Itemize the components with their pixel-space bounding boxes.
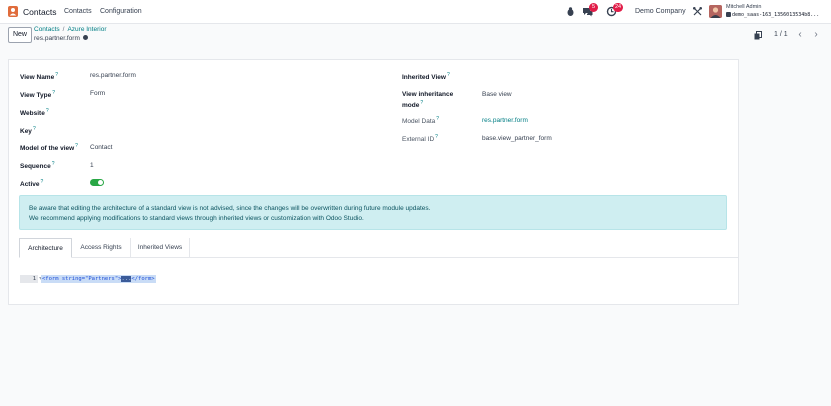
code-folded-marker[interactable]: ... <box>121 276 132 282</box>
copy-icon[interactable] <box>754 31 762 40</box>
warning-alert: Be aware that editing the architecture o… <box>19 195 727 230</box>
tab-inherited-views[interactable]: Inherited Views <box>130 238 190 258</box>
help-icon[interactable]: ? <box>436 116 439 122</box>
alert-line-1: Be aware that editing the architecture o… <box>29 205 431 212</box>
company-switcher[interactable]: Demo Company <box>635 8 686 15</box>
field-inherited-view[interactable] <box>482 72 722 81</box>
field-label-external-id: External ID? <box>402 134 438 144</box>
help-icon[interactable]: ? <box>33 126 36 132</box>
help-icon[interactable]: ? <box>447 72 450 78</box>
help-icon[interactable]: ? <box>52 161 55 167</box>
new-button[interactable]: New <box>8 27 32 43</box>
field-label-model: Model of the view? <box>20 143 78 153</box>
field-label-inherited-view: Inherited View? <box>402 72 450 82</box>
field-label-view-type: View Type? <box>20 90 55 100</box>
user-avatar[interactable] <box>709 5 722 18</box>
field-model[interactable]: Contact <box>90 144 112 151</box>
code-editor-line[interactable]: 1 <form string="Partners">...</form> <box>20 275 156 283</box>
field-label-key: Key? <box>20 126 36 136</box>
database-name: demo_saas-163_1356013534b8... <box>726 12 830 18</box>
menu-contacts[interactable]: Contacts <box>64 8 92 15</box>
help-icon[interactable]: ? <box>75 143 78 149</box>
field-model-data[interactable]: res.partner.form <box>482 117 528 124</box>
gear-icon[interactable] <box>82 35 88 40</box>
record-title: res.partner.form <box>34 35 88 42</box>
pager-next-button[interactable]: › <box>809 28 823 42</box>
field-label-website: Website? <box>20 108 49 118</box>
help-icon[interactable]: ? <box>52 90 55 96</box>
notebook-tabs: Architecture Access Rights Inherited Vie… <box>19 238 738 258</box>
breadcrumb-azure-interior[interactable]: Azure Interior <box>67 26 106 33</box>
help-icon[interactable]: ? <box>55 72 58 78</box>
breadcrumb: Contacts / Azure Interior <box>34 26 107 33</box>
tab-architecture[interactable]: Architecture <box>19 238 72 258</box>
field-inheritance-mode[interactable]: Base view <box>482 91 512 98</box>
record-title-text: res.partner.form <box>34 35 80 42</box>
field-label-inheritance-mode: View inheritance mode? <box>402 91 454 110</box>
contacts-app-icon[interactable] <box>8 6 18 17</box>
pager-previous-button[interactable]: ‹ <box>793 28 807 42</box>
field-view-name[interactable]: res.partner.form <box>90 72 136 79</box>
field-label-sequence: Sequence? <box>20 161 55 171</box>
field-label-model-data: Model Data? <box>402 116 440 126</box>
help-icon[interactable]: ? <box>420 100 423 106</box>
help-icon[interactable]: ? <box>41 179 44 185</box>
alert-line-2: We recommend applying modifications to s… <box>29 215 364 222</box>
field-key[interactable] <box>90 126 340 135</box>
form-sheet <box>8 59 739 305</box>
tools-icon[interactable] <box>692 6 703 17</box>
line-number: 1 <box>20 275 38 283</box>
field-external-id: base.view_partner_form <box>482 135 552 142</box>
pager-value[interactable]: 1 / 1 <box>774 31 788 38</box>
code-text[interactable]: <form string="Partners">...</form> <box>41 275 156 283</box>
breadcrumb-contacts[interactable]: Contacts <box>34 26 60 33</box>
help-icon[interactable]: ? <box>46 108 49 114</box>
activities-badge: 24 <box>613 3 624 12</box>
field-sequence[interactable]: 1 <box>90 162 94 169</box>
active-toggle[interactable] <box>90 179 104 186</box>
menu-configuration[interactable]: Configuration <box>100 8 142 15</box>
app-name[interactable]: Contacts <box>23 7 57 17</box>
bug-icon[interactable] <box>565 6 576 17</box>
field-label-view-name: View Name? <box>20 72 58 82</box>
field-view-type[interactable]: Form <box>90 90 105 97</box>
help-icon[interactable]: ? <box>435 134 438 140</box>
database-label: demo_saas-163_1356013534b8... <box>732 12 820 18</box>
field-label-active: Active? <box>20 179 44 189</box>
top-navbar: Contacts Contacts Configuration 5 24 Dem… <box>0 0 831 24</box>
breadcrumb-separator: / <box>62 26 65 33</box>
database-icon <box>726 12 731 17</box>
user-name[interactable]: Mitchell Admin <box>726 4 761 10</box>
field-website[interactable] <box>90 108 340 117</box>
messages-badge: 5 <box>589 3 598 12</box>
tab-access-rights[interactable]: Access Rights <box>74 238 128 258</box>
